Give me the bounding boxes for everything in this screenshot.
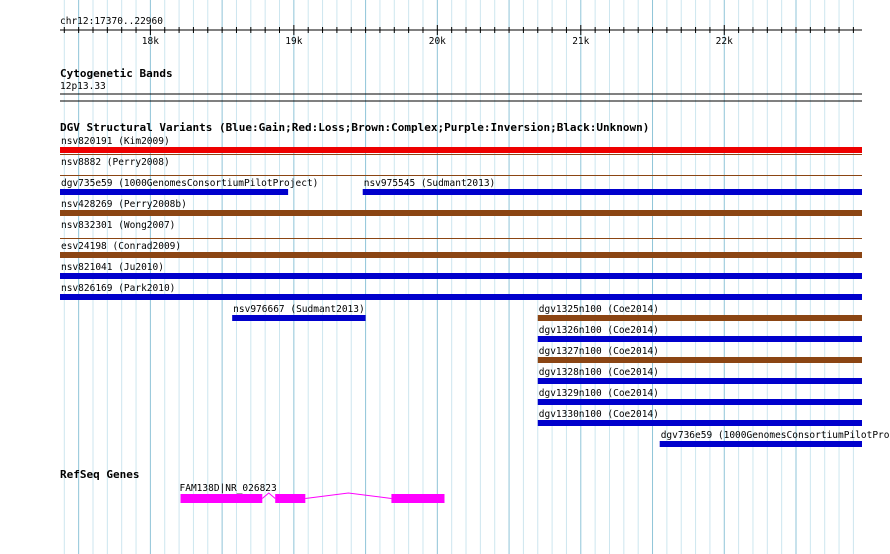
genome-browser-track: chr12:17370..22960 18k 19k 20k 21k 22k Cytog… [60, 0, 890, 554]
variant-bar[interactable] [537, 315, 862, 321]
ruler-ticks: 18k 19k 20k 21k 22k [63, 25, 854, 47]
variant-bar[interactable] [659, 441, 862, 447]
dgv-row: dgv1326n100 (Coe2014) [537, 325, 862, 342]
dgv-rows: nsv820191 (Kim2009) nsv8882 (Perry2008) dg… [60, 136, 890, 447]
variant-label[interactable]: dgv735e59 (1000GenomesConsortiumPilotPro… [61, 178, 318, 189]
variant-bar[interactable] [537, 399, 862, 405]
gene-fam138d[interactable]: FAM138D|NR_026823 [180, 483, 445, 503]
variant-label[interactable]: dgv1327n100 (Coe2014) [539, 346, 659, 357]
dgv-row: dgv1328n100 (Coe2014) [537, 367, 862, 384]
variant-label[interactable]: nsv976667 (Sudmant2013) [233, 304, 365, 315]
dgv-row: nsv820191 (Kim2009) [60, 136, 862, 155]
gene-exon[interactable] [180, 494, 263, 503]
gene-exon[interactable] [391, 494, 445, 503]
ruler-tick-label: 20k [429, 36, 446, 47]
cytogenetic-bands-title: Cytogenetic Bands [60, 67, 173, 80]
ruler-tick-label: 18k [142, 36, 159, 47]
variant-bar[interactable] [537, 378, 862, 384]
dgv-row: dgv1330n100 (Coe2014) [537, 409, 862, 426]
variant-bar[interactable] [362, 189, 862, 195]
variant-label[interactable]: dgv1330n100 (Coe2014) [539, 409, 659, 420]
variant-bar[interactable] [537, 336, 862, 342]
ruler-tick-label: 22k [716, 36, 733, 47]
dgv-row: nsv8882 (Perry2008) [60, 157, 862, 176]
variant-label[interactable]: dgv1325n100 (Coe2014) [539, 304, 659, 315]
variant-label[interactable]: dgv1329n100 (Coe2014) [539, 388, 659, 399]
variant-label[interactable]: esv24198 (Conrad2009) [61, 241, 181, 252]
variant-label[interactable]: dgv736e59 (1000GenomesConsortiumPilotPro… [661, 430, 890, 441]
dgv-row: dgv736e59 (1000GenomesConsortiumPilotPro… [659, 430, 890, 447]
dgv-track-title: DGV Structural Variants (Blue:Gain;Red:L… [60, 121, 649, 134]
cytogenetic-bands-track: Cytogenetic Bands 12p13.33 [60, 67, 862, 102]
variant-bar[interactable] [60, 273, 862, 279]
cytoband-label[interactable]: 12p13.33 [60, 81, 106, 92]
coordinate-ruler: chr12:17370..22960 18k 19k 20k 21k 22k [60, 16, 862, 47]
variant-label[interactable]: nsv821041 (Ju2010) [61, 262, 164, 273]
ruler-tick-label: 19k [285, 36, 302, 47]
ruler-title: chr12:17370..22960 [60, 16, 163, 27]
variant-bar[interactable] [60, 189, 289, 195]
variant-bar[interactable] [537, 357, 862, 363]
variant-label[interactable]: nsv826169 (Park2010) [61, 283, 175, 294]
dgv-row: nsv832301 (Wong2007) [60, 220, 862, 239]
dgv-row: esv24198 (Conrad2009) [60, 241, 862, 258]
refseq-genes-title: RefSeq Genes [60, 468, 139, 481]
dgv-row: dgv1329n100 (Coe2014) [537, 388, 862, 405]
variant-bar[interactable] [60, 252, 862, 258]
variant-bar[interactable] [232, 315, 366, 321]
dgv-row: nsv821041 (Ju2010) [60, 262, 862, 279]
refseq-genes-track: RefSeq Genes FAM138D|NR_026823 [60, 468, 445, 503]
dgv-row: dgv735e59 (1000GenomesConsortiumPilotPro… [60, 178, 862, 195]
variant-label[interactable]: nsv428269 (Perry2008b) [61, 199, 187, 210]
variant-label[interactable]: nsv832301 (Wong2007) [61, 220, 175, 231]
variant-label[interactable]: dgv1328n100 (Coe2014) [539, 367, 659, 378]
variant-label[interactable]: nsv975545 (Sudmant2013) [364, 178, 496, 189]
variant-bar[interactable] [60, 147, 862, 153]
dgv-structural-variants-track: DGV Structural Variants (Blue:Gain;Red:L… [60, 121, 890, 447]
variant-label[interactable]: nsv8882 (Perry2008) [61, 157, 170, 168]
variant-bar[interactable] [60, 210, 862, 216]
gene-exon[interactable] [275, 494, 306, 503]
ruler-tick-label: 21k [572, 36, 589, 47]
gene-intron [305, 492, 392, 499]
dgv-row: nsv826169 (Park2010) [60, 283, 862, 300]
gene-label[interactable]: FAM138D|NR_026823 [180, 483, 277, 494]
dgv-row: dgv1327n100 (Coe2014) [537, 346, 862, 363]
variant-label[interactable]: nsv820191 (Kim2009) [61, 136, 170, 147]
dgv-row: nsv428269 (Perry2008b) [60, 199, 862, 216]
variant-label[interactable]: dgv1326n100 (Coe2014) [539, 325, 659, 336]
variant-bar[interactable] [537, 420, 862, 426]
variant-bar[interactable] [60, 294, 862, 300]
